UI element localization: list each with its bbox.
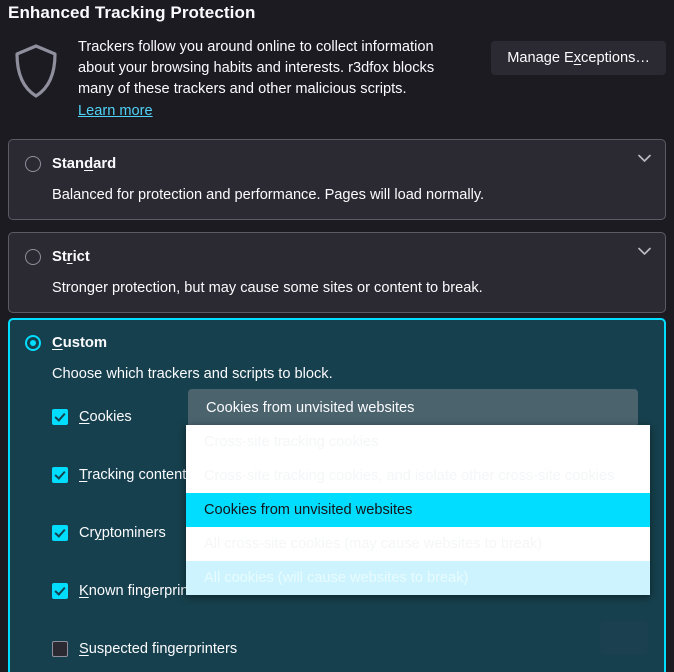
intro-description-block: Trackers follow you around online to col… (78, 37, 468, 122)
check-accesskey-known-fingerprinters: K (79, 583, 89, 599)
option-panel-standard[interactable]: Standard Balanced for protection and per… (8, 139, 666, 220)
dropdown-option-cross-site-tracking-cookies-isolate[interactable]: Cross-site tracking cookies, and isolate… (186, 459, 650, 493)
option-description-custom: Choose which trackers and scripts to blo… (52, 366, 649, 382)
chevron-down-icon[interactable] (638, 247, 651, 256)
dropdown-option-all-cross-site-cookies[interactable]: All cross-site cookies (may cause websit… (186, 527, 650, 561)
checkbox-suspected-fingerprinters[interactable] (52, 641, 68, 657)
checkbox-known-fingerprinters[interactable] (52, 583, 68, 599)
option-description-strict: Stronger protection, but may cause some … (52, 280, 649, 296)
option-head-custom: Custom (25, 333, 649, 353)
check-row-suspected-fingerprinters[interactable]: Suspected fingerprinters (52, 620, 649, 672)
fingerprinters-select-truncated[interactable] (600, 621, 648, 655)
shield-icon (8, 37, 64, 99)
dropdown-option-cookies-from-unvisited-websites[interactable]: Cookies from unvisited websites (186, 493, 650, 527)
check-label-cryptominers: Cryptominers (79, 525, 166, 541)
dropdown-option-all-cookies[interactable]: All cookies (will cause websites to brea… (186, 561, 650, 595)
option-label-standard: Standard (52, 156, 116, 172)
option-panel-strict[interactable]: Strict Stronger protection, but may caus… (8, 232, 666, 313)
checkbox-tracking-content[interactable] (52, 467, 68, 483)
page-title: Enhanced Tracking Protection (0, 0, 674, 25)
check-accesskey-suspected-fingerprinters: S (79, 641, 89, 657)
protection-level-options: Standard Balanced for protection and per… (0, 139, 674, 313)
radio-standard[interactable] (25, 156, 41, 172)
manage-exceptions-prefix: Manage E (507, 50, 574, 66)
radio-strict[interactable] (25, 249, 41, 265)
option-accesskey-standard: d (84, 156, 93, 172)
check-label-suspected-fingerprinters: Suspected fingerprinters (79, 641, 237, 657)
manage-exceptions-accesskey: x (574, 50, 581, 66)
option-accesskey-custom: C (52, 335, 63, 351)
checkbox-cookies[interactable] (52, 409, 68, 425)
radio-custom[interactable] (25, 335, 41, 351)
manage-exceptions-suffix: ceptions… (581, 50, 650, 66)
cookie-behavior-select[interactable]: Cookies from unvisited websites (188, 389, 638, 427)
intro-row: Trackers follow you around online to col… (0, 25, 674, 122)
option-label-custom: Custom (52, 335, 107, 351)
checkbox-cryptominers[interactable] (52, 525, 68, 541)
option-label-strict: Strict (52, 249, 90, 265)
option-head-strict: Strict (25, 247, 649, 267)
cookie-behavior-dropdown[interactable]: Cross-site tracking cookies Cross-site t… (186, 425, 650, 595)
check-label-cookies: Cookies (79, 409, 132, 425)
check-label-tracking-content: Tracking content (79, 467, 186, 483)
chevron-down-icon[interactable] (638, 154, 651, 163)
manage-exceptions-button[interactable]: Manage Exceptions… (491, 41, 666, 75)
cookie-behavior-select-value: Cookies from unvisited websites (206, 400, 414, 416)
check-accesskey-cookies: C (79, 409, 90, 425)
option-head-standard: Standard (25, 154, 649, 174)
intro-description: Trackers follow you around online to col… (78, 39, 434, 97)
dropdown-option-cross-site-tracking-cookies[interactable]: Cross-site tracking cookies (186, 425, 650, 459)
check-accesskey-cryptominers: y (94, 525, 101, 541)
learn-more-link[interactable]: Learn more (78, 101, 153, 122)
option-description-standard: Balanced for protection and performance.… (52, 187, 649, 203)
